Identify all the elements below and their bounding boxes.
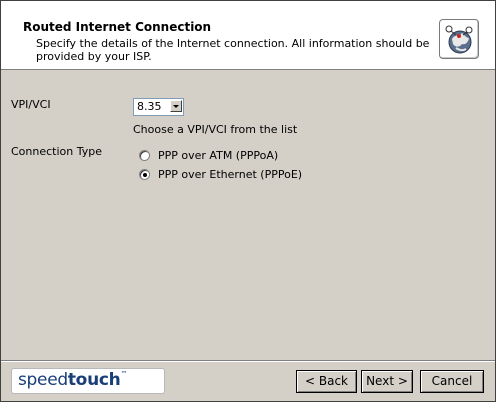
radio-label-pppoa[interactable]: PPP over ATM (PPPoA) <box>158 149 278 162</box>
radio-label-pppoe[interactable]: PPP over Ethernet (PPPoE) <box>158 168 302 181</box>
chevron-down-icon[interactable] <box>170 100 182 112</box>
vpi-vci-hint: Choose a VPI/VCI from the list <box>133 123 298 136</box>
vpi-vci-select[interactable]: 8.35 <box>133 98 184 116</box>
footer-divider <box>1 360 495 362</box>
radio-button-pppoa[interactable] <box>139 150 150 161</box>
cancel-button[interactable]: Cancel <box>420 370 484 393</box>
vpi-vci-value: 8.35 <box>137 100 162 113</box>
vpi-vci-label: VPI/VCI <box>11 98 51 111</box>
next-button[interactable]: Next > <box>361 370 413 393</box>
wizard-window: Routed Internet Connection Specify the d… <box>0 0 496 402</box>
speedtouch-logo: speedtouch™ <box>11 368 165 394</box>
back-button[interactable]: < Back <box>296 370 357 393</box>
radio-button-pppoe[interactable] <box>139 169 150 180</box>
connection-type-label: Connection Type <box>11 145 103 158</box>
globe-icon <box>439 19 479 59</box>
wizard-header: Routed Internet Connection Specify the d… <box>1 1 495 70</box>
page-title: Routed Internet Connection <box>23 20 212 34</box>
page-description: Specify the details of the Internet conn… <box>36 37 430 63</box>
